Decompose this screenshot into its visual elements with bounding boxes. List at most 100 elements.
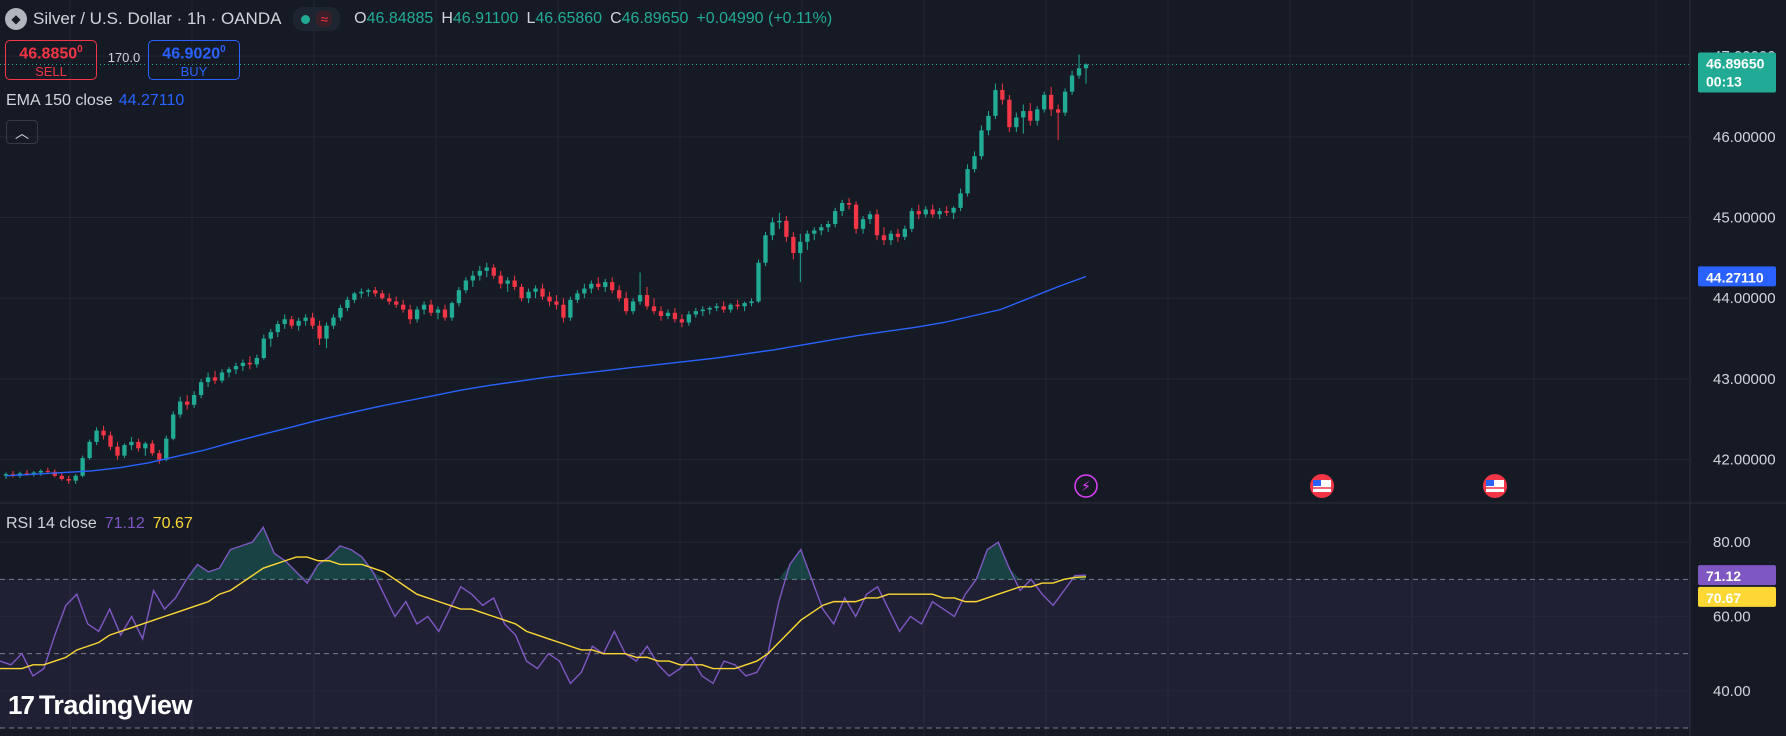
- candle-body: [714, 306, 719, 308]
- change-value: +0.04990 (+0.11%): [696, 10, 833, 27]
- candle-body: [749, 301, 754, 304]
- tradingview-logo[interactable]: 17 TradingView: [8, 690, 192, 721]
- us-flag-icon-canton: [1486, 480, 1494, 486]
- candle-body: [923, 209, 928, 215]
- candle-body: [1049, 94, 1054, 110]
- candle-body: [944, 211, 949, 213]
- candle-body: [839, 203, 845, 212]
- chart-root[interactable]: 47.0000046.0000045.0000044.0000043.00000…: [0, 0, 1786, 736]
- chevron-up-icon: ︿: [15, 125, 29, 141]
- candle-body: [867, 214, 873, 220]
- tradingview-mark-icon: 17: [8, 690, 35, 720]
- candle-body: [401, 304, 406, 310]
- candle-body: [157, 453, 162, 460]
- silver-coin-icon[interactable]: ◆: [5, 8, 27, 30]
- candle-body: [937, 211, 942, 215]
- wave-icon: ≈: [316, 11, 333, 27]
- candle-body: [289, 319, 294, 326]
- candle-body: [303, 317, 308, 321]
- candle-body: [700, 309, 705, 312]
- candle-body: [672, 312, 678, 320]
- price-axis-label: 42.00000: [1713, 452, 1776, 469]
- candle-body: [87, 441, 92, 459]
- candle-body: [777, 220, 782, 223]
- candle-body: [916, 211, 921, 215]
- rsi-legend[interactable]: RSI 14 close 71.12 70.67: [6, 515, 193, 533]
- price-axis-label: 44.00000: [1713, 290, 1776, 307]
- rsi-value-tag-text: 71.12: [1706, 568, 1741, 584]
- candle-body: [296, 320, 301, 326]
- last-price-tag-text: 46.89650: [1706, 55, 1765, 71]
- candle-body: [261, 338, 266, 358]
- market-status-pill[interactable]: ≈: [293, 7, 341, 31]
- open-label: O: [354, 10, 367, 27]
- candle-body: [1069, 75, 1075, 92]
- candle-body: [463, 280, 469, 291]
- candle-body: [1083, 64, 1089, 69]
- sell-price: 46.88500: [19, 44, 83, 63]
- close-label: C: [610, 10, 622, 27]
- candle-body: [1028, 111, 1033, 121]
- candle-body: [888, 233, 894, 241]
- candle-body: [721, 306, 726, 310]
- candle-body: [191, 395, 197, 405]
- collapse-legend-button[interactable]: ︿: [6, 120, 38, 144]
- candle-body: [456, 290, 462, 304]
- candle-body: [212, 377, 218, 381]
- candle-body: [233, 366, 239, 370]
- candle-body: [686, 314, 691, 323]
- candle-body: [909, 211, 914, 229]
- candle-body: [352, 293, 357, 300]
- candle-body: [623, 298, 629, 312]
- candle-body: [254, 357, 259, 365]
- candle-body: [644, 295, 650, 307]
- candle-body: [972, 156, 977, 170]
- symbol-title[interactable]: Silver / U.S. Dollar · 1h · OANDA: [33, 9, 281, 29]
- candle-body: [1007, 99, 1012, 128]
- high-label: H: [441, 10, 453, 27]
- candle-body: [205, 377, 211, 383]
- candle-body: [651, 306, 657, 312]
- candle-body: [895, 233, 901, 237]
- candle-body: [770, 222, 775, 236]
- price-axis-label: 46.00000: [1713, 129, 1776, 146]
- candle-body: [693, 311, 698, 315]
- rsi-ma-legend-value: 70.67: [152, 515, 193, 532]
- chart-canvas[interactable]: 47.0000046.0000045.0000044.0000043.00000…: [0, 0, 1786, 736]
- candle-body: [679, 319, 685, 323]
- sell-label: SELL: [35, 64, 67, 80]
- candle-body: [219, 372, 225, 381]
- ema-legend[interactable]: EMA 150 close 44.27110: [6, 92, 184, 110]
- candle-body: [484, 267, 489, 271]
- candle-body: [512, 280, 517, 287]
- candle-body: [80, 458, 85, 476]
- candle-body: [951, 207, 956, 213]
- candle-body: [826, 224, 831, 228]
- sell-button[interactable]: 46.88500 SELL: [5, 40, 97, 80]
- candle-body: [547, 296, 552, 302]
- candle-body: [38, 470, 43, 473]
- close-value: 46.89650: [621, 10, 689, 27]
- buy-label: BUY: [180, 64, 208, 80]
- candle-body: [658, 311, 664, 316]
- ohlc-readout: O46.84885 H46.91100 L46.65860 C46.89650 …: [354, 10, 832, 28]
- candle-body: [178, 401, 183, 415]
- candle-body: [331, 317, 336, 326]
- high-value: 46.91100: [452, 10, 519, 27]
- candle-body: [707, 307, 712, 310]
- buy-button[interactable]: 46.90200 BUY: [148, 40, 240, 80]
- candle-body: [582, 288, 587, 294]
- candle-body: [394, 301, 399, 305]
- candle-body: [665, 312, 671, 316]
- candle-body: [449, 303, 455, 318]
- candle-body: [833, 211, 838, 224]
- candle-body: [491, 267, 496, 276]
- candle-body: [610, 282, 615, 291]
- lightning-icon-glyph: ⚡: [1081, 479, 1091, 495]
- candle-body: [1035, 109, 1040, 121]
- candle-body: [791, 236, 796, 254]
- candle-body: [519, 286, 524, 299]
- candle-body: [533, 288, 538, 292]
- rsi-axis-label: 40.00: [1713, 683, 1751, 700]
- price-axis-label: 45.00000: [1713, 210, 1776, 227]
